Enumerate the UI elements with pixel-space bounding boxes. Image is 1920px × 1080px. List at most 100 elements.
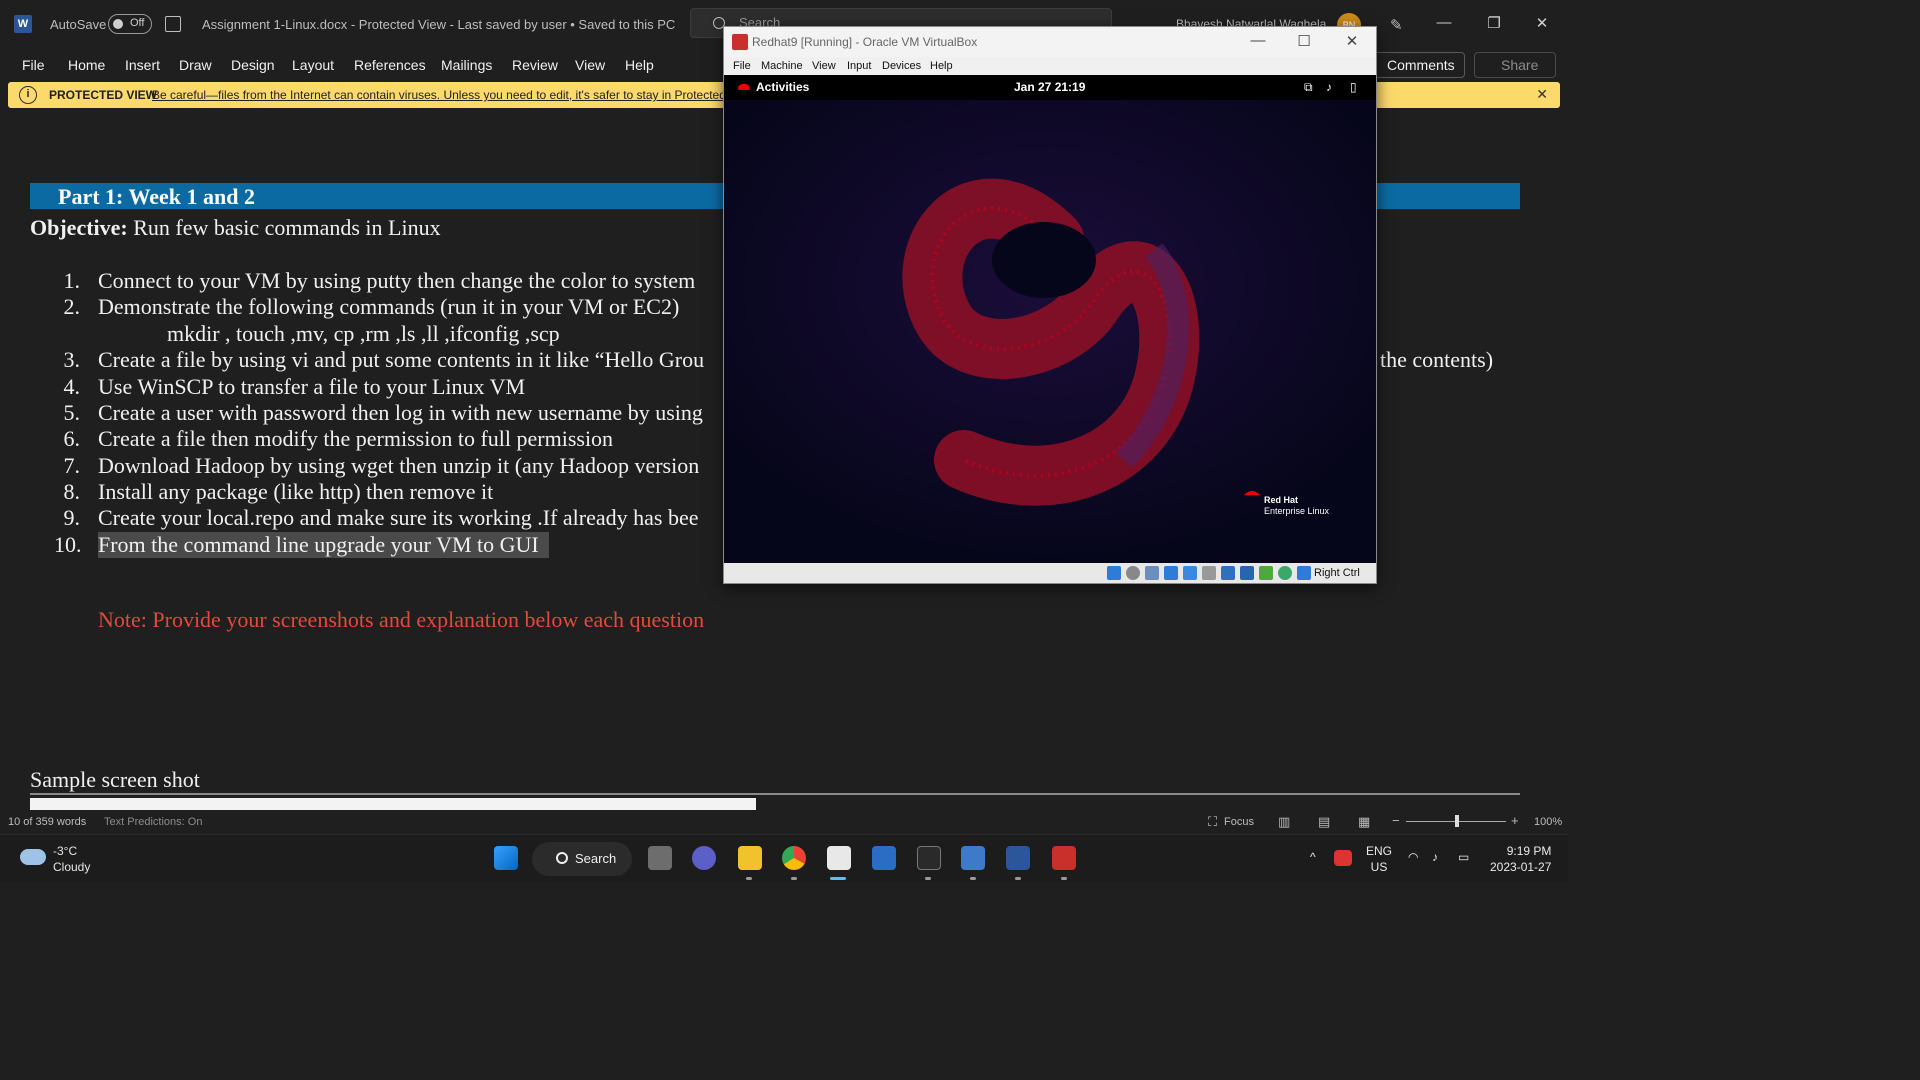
menu-design[interactable]: Design — [231, 57, 275, 73]
snipping-tool-icon[interactable] — [827, 846, 851, 870]
menu-file[interactable]: File — [22, 57, 45, 73]
menu-insert[interactable]: Insert — [125, 57, 160, 73]
objective-label: Objective: — [30, 215, 128, 240]
virtualbox-icon[interactable] — [961, 846, 985, 870]
vbox-menu-machine[interactable]: Machine — [761, 60, 803, 72]
vbox-title-bar[interactable]: Redhat9 [Running] - Oracle VM VirtualBox… — [724, 27, 1376, 57]
vbox-menu-devices[interactable]: Devices — [882, 60, 921, 72]
display-icon[interactable] — [1221, 566, 1235, 580]
share-button[interactable]: Share — [1474, 52, 1556, 78]
chrome-icon[interactable] — [782, 846, 806, 870]
battery-icon[interactable]: ▭ — [1458, 849, 1469, 865]
chevron-up-icon[interactable]: ^ — [1310, 849, 1316, 865]
pen-icon[interactable]: ✎ — [1390, 16, 1408, 34]
vbox-menu-input[interactable]: Input — [847, 60, 871, 72]
optical-drive-icon[interactable] — [1126, 566, 1140, 580]
list-number: 3. — [63, 347, 81, 372]
autosave-toggle[interactable]: Off — [108, 14, 152, 34]
running-indicator — [746, 877, 752, 880]
focus-icon[interactable]: ⛶ — [1208, 814, 1217, 830]
chat-icon[interactable] — [692, 846, 716, 870]
menu-draw[interactable]: Draw — [179, 57, 212, 73]
zoom-slider-handle[interactable] — [1455, 815, 1459, 827]
taskbar-search[interactable]: Search — [532, 842, 632, 876]
network-adapter-icon[interactable] — [1164, 566, 1178, 580]
taskbar-search-label: Search — [575, 851, 617, 866]
part-heading: Part 1: Week 1 and 2 — [58, 184, 255, 209]
comments-button[interactable]: Comments — [1370, 52, 1465, 78]
audio-icon[interactable] — [1145, 566, 1159, 580]
weather-widget[interactable]: -3°C Cloudy — [53, 843, 90, 875]
restore-icon[interactable]: ❐ — [1484, 14, 1504, 32]
hard-disk-icon[interactable] — [1107, 566, 1121, 580]
zoom-in-icon[interactable]: + — [1511, 813, 1519, 828]
close-icon[interactable]: ✕ — [1536, 86, 1548, 103]
vm-display[interactable]: Activities Jan 27 21:19 ⧉ ♪ ▯ Red Hat En… — [724, 75, 1376, 563]
minimize-icon[interactable]: — — [1248, 32, 1268, 49]
minimize-icon[interactable]: — — [1434, 14, 1454, 31]
protected-view-message[interactable]: Be careful—files from the Internet can c… — [152, 88, 724, 102]
read-mode-icon[interactable]: ▥ — [1278, 814, 1290, 830]
web-layout-icon[interactable]: ▦ — [1358, 814, 1370, 830]
menu-layout[interactable]: Layout — [292, 57, 334, 73]
network-icon[interactable]: ⧉ — [1304, 80, 1313, 95]
list-text: Demonstrate the following commands (run … — [98, 294, 680, 319]
clock[interactable]: 9:19 PM 2023-01-27 — [1490, 843, 1551, 875]
menu-references[interactable]: References — [354, 57, 426, 73]
zoom-level[interactable]: 100% — [1534, 816, 1562, 828]
list-text: Create a user with password then log in … — [98, 400, 703, 425]
gnome-clock[interactable]: Jan 27 21:19 — [1014, 80, 1085, 94]
menu-review[interactable]: Review — [512, 57, 558, 73]
virtualbox-icon — [732, 34, 748, 50]
task-view-icon[interactable] — [648, 846, 672, 870]
maximize-icon[interactable]: ☐ — [1294, 32, 1314, 50]
menu-help[interactable]: Help — [625, 57, 654, 73]
list-text: Download Hadoop by using wget then unzip… — [98, 453, 700, 478]
word-app-icon[interactable]: W — [14, 15, 32, 33]
battery-icon[interactable]: ▯ — [1350, 80, 1357, 94]
protected-view-label: PROTECTED VIEW — [49, 88, 158, 102]
text-predictions[interactable]: Text Predictions: On — [104, 816, 202, 828]
document-title[interactable]: Assignment 1-Linux.docx - Protected View… — [202, 17, 675, 32]
start-icon[interactable] — [494, 846, 518, 870]
shared-folder-icon[interactable] — [1202, 566, 1216, 580]
divider — [30, 793, 1520, 795]
running-indicator — [791, 877, 797, 880]
cpu-icon[interactable] — [1259, 566, 1273, 580]
keyboard-capture-icon[interactable] — [1297, 566, 1311, 580]
objective-text: Run few basic commands in Linux — [127, 215, 441, 240]
menu-home[interactable]: Home — [68, 57, 105, 73]
activities-button[interactable]: Activities — [756, 80, 809, 94]
redhat-vm-icon[interactable] — [1052, 846, 1076, 870]
vbox-menu-view[interactable]: View — [812, 60, 836, 72]
focus-label[interactable]: Focus — [1224, 816, 1254, 828]
list-text-selected[interactable]: From the command line upgrade your VM to… — [98, 532, 549, 558]
vbox-menu-help[interactable]: Help — [930, 60, 953, 72]
menu-mailings[interactable]: Mailings — [441, 57, 492, 73]
menu-view[interactable]: View — [575, 57, 605, 73]
input-language[interactable]: ENG US — [1366, 843, 1392, 875]
rhel9-wallpaper — [724, 100, 1376, 563]
file-explorer-icon[interactable] — [738, 846, 762, 870]
usb-icon[interactable] — [1183, 566, 1197, 580]
word-status-bar: 10 of 359 words Text Predictions: On ⛶ F… — [0, 810, 1568, 834]
cloud-icon[interactable] — [20, 849, 46, 865]
print-layout-icon[interactable]: ▤ — [1318, 814, 1330, 830]
word-icon[interactable] — [1006, 846, 1030, 870]
volume-icon[interactable]: ♪ — [1432, 849, 1438, 865]
network-app-icon[interactable] — [872, 846, 896, 870]
terminal-icon[interactable] — [917, 846, 941, 870]
wifi-icon[interactable]: ◠ — [1408, 849, 1418, 865]
running-indicator — [970, 877, 976, 880]
close-icon[interactable]: ✕ — [1342, 32, 1362, 50]
volume-icon[interactable]: ♪ — [1326, 80, 1332, 94]
word-count[interactable]: 10 of 359 words — [8, 816, 86, 828]
virtualbox-window[interactable]: Redhat9 [Running] - Oracle VM VirtualBox… — [723, 26, 1377, 584]
save-icon[interactable] — [165, 16, 181, 32]
recording-icon[interactable] — [1240, 566, 1254, 580]
mouse-integration-icon[interactable] — [1278, 566, 1292, 580]
close-icon[interactable]: ✕ — [1532, 14, 1552, 32]
onedrive-icon[interactable] — [1334, 850, 1352, 866]
zoom-out-icon[interactable]: − — [1392, 813, 1400, 828]
vbox-menu-file[interactable]: File — [733, 60, 751, 72]
